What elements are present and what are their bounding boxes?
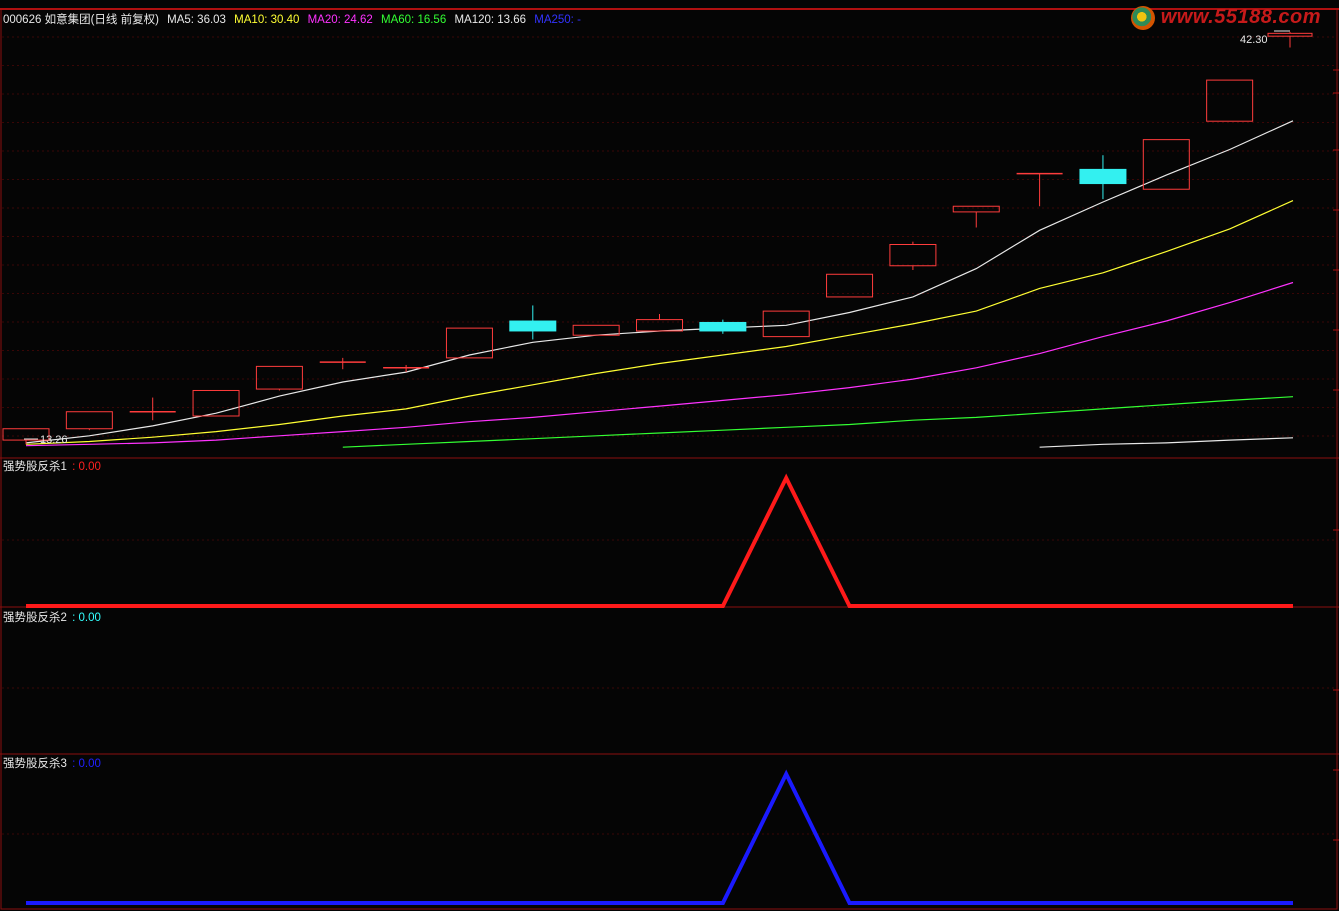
ma10-label: MA10: 30.40 bbox=[234, 14, 300, 26]
candle-body bbox=[445, 327, 493, 359]
indicator-title-3: 强势股反杀3 bbox=[3, 758, 67, 770]
candle-body bbox=[952, 205, 1000, 213]
ma250-label: MA250: - bbox=[534, 14, 581, 26]
candle-body bbox=[1206, 79, 1254, 122]
ma60-label: MA60: 16.56 bbox=[381, 14, 447, 26]
chart-frame bbox=[0, 8, 1338, 910]
ma-line-ma60 bbox=[342, 396, 1294, 448]
candle-body bbox=[699, 321, 747, 332]
candle-body bbox=[1079, 168, 1127, 185]
ma5-label: MA5: 36.03 bbox=[167, 14, 226, 26]
candle-body bbox=[255, 365, 303, 390]
site-logo-icon bbox=[1130, 6, 1155, 30]
indicator-header-2: 强势股反杀2 : 0.00 bbox=[3, 611, 106, 625]
indicator-line-1 bbox=[26, 473, 1293, 608]
ma120-label: MA120: 13.66 bbox=[454, 14, 527, 26]
indicator-title-1: 强势股反杀1 bbox=[3, 461, 67, 473]
indicator-title-2: 强势股反杀2 bbox=[3, 612, 67, 624]
candle-body bbox=[762, 310, 810, 338]
site-watermark: www.55188.com bbox=[1130, 6, 1321, 30]
chart-window: 42.30 13.26 000626 如意集团(日线 前复权) MA5: 36.0… bbox=[0, 0, 1339, 911]
indicator-value-2: : 0.00 bbox=[72, 612, 101, 624]
candle-body bbox=[65, 411, 113, 430]
indicator-header-3: 强势股反杀3 : 0.00 bbox=[3, 757, 106, 771]
kline-chart[interactable]: 42.30 13.26 bbox=[0, 0, 1339, 911]
candle-body bbox=[1267, 32, 1313, 37]
candle-body bbox=[889, 244, 937, 267]
indicator-line-3 bbox=[26, 769, 1293, 905]
candle-body bbox=[509, 320, 557, 332]
candle-body bbox=[636, 319, 683, 332]
high-price-label: 42.30 bbox=[1240, 34, 1268, 46]
ma-line-ma120 bbox=[1039, 437, 1294, 448]
main-header: 000626 如意集团(日线 前复权) MA5: 36.03 MA10: 30.… bbox=[3, 13, 586, 27]
indicator-header-1: 强势股反杀1 : 0.00 bbox=[3, 460, 106, 474]
candle-body bbox=[192, 389, 240, 417]
ma20-label: MA20: 24.62 bbox=[307, 14, 373, 26]
indicator-value-3: : 0.00 bbox=[72, 758, 101, 770]
low-price-label: 13.26 bbox=[40, 434, 68, 446]
stock-title: 000626 如意集团(日线 前复权) bbox=[3, 14, 159, 26]
indicator-value-1: : 0.00 bbox=[72, 461, 101, 473]
